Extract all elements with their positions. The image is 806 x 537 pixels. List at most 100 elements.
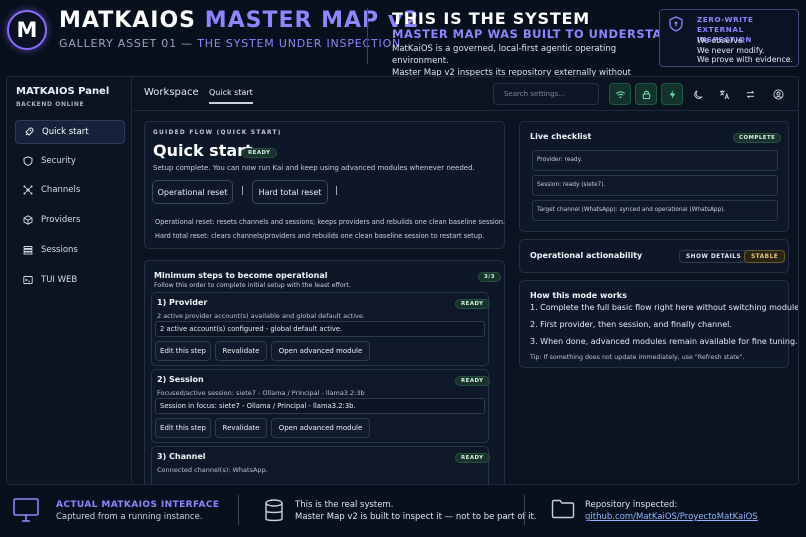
- revalidate-button[interactable]: Revalidate: [215, 341, 267, 361]
- guided-flow-eyebrow: GUIDED FLOW (QUICK START): [153, 130, 282, 136]
- sync-button[interactable]: [739, 83, 761, 105]
- actionability-title: Operational actionability: [530, 251, 643, 260]
- brand-title-accent: MASTER MAP v2: [204, 8, 420, 33]
- step-subtitle: 2 active provider account(s) available a…: [157, 312, 365, 320]
- brand-sub-main: GALLERY ASSET 01 —: [59, 37, 193, 50]
- stable-badge: STABLE: [744, 250, 786, 263]
- shield-icon: [23, 156, 33, 166]
- sidebar-item-security[interactable]: Security: [15, 149, 125, 173]
- tab-quick-start[interactable]: Quick start: [209, 88, 253, 104]
- steps-title: Minimum steps to become operational: [154, 271, 328, 280]
- sidebar-item-providers[interactable]: Providers: [15, 208, 125, 232]
- checklist-item: Target channel (WhatsApp): synced and op…: [532, 200, 778, 221]
- sidebar-item-label: TUI WEB: [41, 275, 78, 285]
- hard-reset-button[interactable]: Hard total reset: [252, 180, 328, 204]
- page-title: Quick start: [153, 141, 253, 160]
- step-subtitle: Focused/active session: siete7 - Ollama …: [157, 389, 365, 397]
- brand-subtitle: GALLERY ASSET 01 — THE SYSTEM UNDER INSP…: [59, 37, 401, 50]
- zero-write-line-3: We prove with evidence.: [697, 55, 794, 65]
- user-button[interactable]: [767, 83, 789, 105]
- step-detail: Session in focus: siete7 - Ollama / Prin…: [155, 398, 485, 414]
- brand-title: MATKAIOS MASTER MAP v2: [59, 8, 419, 33]
- steps-card: Minimum steps to become operational Foll…: [144, 260, 505, 484]
- howto-item: 2. First provider, then session, and fin…: [530, 320, 732, 329]
- language-button[interactable]: [713, 83, 735, 105]
- checklist-status-badge: COMPLETE: [733, 133, 782, 143]
- lock-button[interactable]: [635, 83, 657, 105]
- quick-start-card: GUIDED FLOW (QUICK START) Quick start RE…: [144, 121, 505, 249]
- logo: M: [7, 10, 47, 50]
- sync-icon: [746, 90, 754, 98]
- page-header: M MATKAIOS MASTER MAP v2 GALLERY ASSET 0…: [0, 0, 806, 90]
- sidebar: MATKAIOS Panel BACKEND ONLINE Quick star…: [7, 77, 132, 484]
- footer-repo-link[interactable]: github.com/MatKaiOS/ProyectoMatKaiOS: [585, 512, 758, 522]
- open-advanced-button[interactable]: Open advanced module: [271, 418, 370, 438]
- sidebar-title: MATKAIOS Panel: [16, 86, 110, 97]
- sidebar-item-tui-web[interactable]: TUI WEB: [15, 268, 125, 292]
- status-badge: READY: [242, 148, 277, 158]
- howto-item: 1. Complete the full basic flow right he…: [530, 303, 799, 312]
- status-badge: READY: [455, 453, 490, 463]
- zero-write-line-2: We never modify.: [697, 45, 765, 55]
- layers-icon: [23, 246, 33, 255]
- edit-step-button[interactable]: Edit this step: [155, 418, 211, 438]
- sidebar-item-quick-start[interactable]: Quick start: [15, 120, 125, 144]
- system-desc-line-1: MatKaiOS is a governed, local-first agen…: [392, 44, 617, 66]
- open-advanced-button[interactable]: Open advanced module: [271, 341, 370, 361]
- search-input[interactable]: Search settings...: [493, 83, 599, 105]
- cube-icon: [23, 215, 33, 225]
- footer-real-system: This is the real system.: [295, 500, 394, 510]
- howto-card: How this mode works 1. Complete the full…: [519, 280, 798, 368]
- shield-icon: [669, 16, 683, 32]
- actionability-card: Operational actionability SHOW DETAILS S…: [519, 239, 789, 273]
- theme-button[interactable]: [687, 83, 709, 105]
- edit-step-button[interactable]: Edit this step: [155, 341, 211, 361]
- system-title: THIS IS THE SYSTEM: [392, 9, 591, 28]
- button-separator: |: [241, 186, 245, 196]
- sidebar-item-label: Sessions: [41, 245, 78, 255]
- footer-repo-label: Repository inspected:: [585, 500, 678, 510]
- folder-icon: [551, 499, 575, 519]
- step-title: 3) Channel: [157, 452, 206, 461]
- button-separator: |: [335, 186, 339, 196]
- operational-reset-note: Operational reset: resets channels and s…: [155, 218, 506, 226]
- sidebar-item-channels[interactable]: Channels: [15, 178, 125, 202]
- brand-sub-accent: THE SYSTEM UNDER INSPECTION: [197, 37, 402, 50]
- step-detail: 2 active account(s) configured - global …: [155, 321, 485, 337]
- rocket-icon: [25, 127, 34, 136]
- sidebar-item-label: Providers: [41, 215, 81, 225]
- wifi-icon: [615, 90, 625, 98]
- sidebar-item-sessions[interactable]: Sessions: [15, 238, 125, 262]
- system-subtitle: MASTER MAP WAS BUILT TO UNDERSTAND: [392, 27, 683, 41]
- status-badge: READY: [455, 376, 490, 386]
- quick-start-subtitle: Setup complete. You can now run Kai and …: [153, 164, 475, 172]
- header-divider: [367, 8, 368, 64]
- footer-interface-sub: Captured from a running instance.: [56, 512, 203, 522]
- checklist-item: Session: ready (siete7).: [532, 175, 778, 196]
- user-icon: [773, 89, 783, 99]
- revalidate-button[interactable]: Revalidate: [215, 418, 267, 438]
- monitor-icon: [13, 498, 39, 522]
- live-checklist-card: Live checklist COMPLETE Provider: ready.…: [519, 121, 789, 232]
- footer-interface-title: ACTUAL MATKAIOS INTERFACE: [56, 500, 220, 510]
- hard-reset-note: Hard total reset: clears channels/provid…: [155, 232, 485, 240]
- show-details-button[interactable]: SHOW DETAILS: [679, 250, 749, 263]
- page-footer: ACTUAL MATKAIOS INTERFACE Captured from …: [0, 486, 806, 537]
- status-badge: READY: [455, 299, 490, 309]
- brand-title-main: MATKAIOS: [59, 8, 197, 33]
- steps-subtitle: Follow this order to complete initial se…: [154, 282, 351, 289]
- zero-write-panel: ZERO-WRITE EXTERNAL INSPECTION We observe…: [659, 9, 799, 67]
- sidebar-item-label: Quick start: [42, 127, 89, 137]
- main-content: GUIDED FLOW (QUICK START) Quick start RE…: [133, 112, 798, 484]
- footer-divider: [238, 495, 239, 525]
- howto-title: How this mode works: [530, 291, 627, 300]
- zero-write-title-1: ZERO-WRITE: [697, 15, 754, 24]
- terminal-icon: [23, 276, 33, 284]
- zero-write-lines: We observe. We never modify. We prove wi…: [697, 36, 793, 65]
- checklist-title: Live checklist: [530, 132, 592, 141]
- checklist-item: Provider: ready.: [532, 150, 778, 171]
- wifi-button[interactable]: [609, 83, 631, 105]
- operational-reset-button[interactable]: Operational reset: [152, 180, 233, 204]
- footer-inspect-note: Master Map v2 is built to inspect it — n…: [295, 512, 537, 522]
- bolt-button[interactable]: [661, 83, 683, 105]
